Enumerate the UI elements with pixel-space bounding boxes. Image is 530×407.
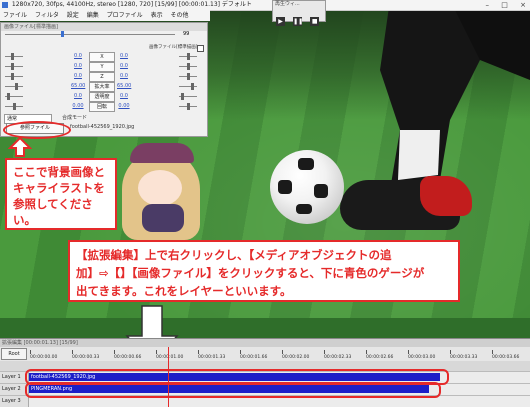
menu-file[interactable]: ファイル: [3, 12, 27, 19]
root-button[interactable]: Root: [1, 348, 27, 360]
ruler-tick: 00:00:02.66: [366, 350, 393, 360]
left-value[interactable]: 0.0: [71, 72, 85, 80]
menu-bar: ファイル フィルタ 設定 編集 プロファイル 表示 その他: [0, 10, 210, 21]
ruler-tick: 00:00:02.33: [324, 350, 351, 360]
param-row-opacity: 0.0 透明度 0.0: [1, 92, 207, 102]
instruction-callout-reference: ここで背景画像と キャライラストを 参照してください。: [5, 158, 117, 230]
param-row-scale: 65.00 拡大率 65.00: [1, 82, 207, 92]
callout-line: 出てきます。これをレイヤーといいます。: [76, 284, 292, 298]
timeline-ruler[interactable]: Root 00:00:00.00 00:00:00.33 00:00:00.66…: [0, 347, 530, 361]
window-controls: – □ ×: [476, 0, 526, 10]
param-button-z[interactable]: Z: [89, 72, 115, 82]
left-value[interactable]: 0.0: [71, 52, 85, 60]
param-button-opacity[interactable]: 透明度: [89, 92, 115, 102]
menu-other[interactable]: その他: [171, 12, 189, 19]
playback-window: 再生ウィ... ▶ ❚❚ ■: [272, 0, 326, 26]
menu-settings[interactable]: 設定: [67, 12, 79, 19]
right-slider[interactable]: [179, 86, 197, 87]
left-value[interactable]: 0.00: [71, 102, 85, 110]
right-value[interactable]: 0.0: [117, 62, 131, 70]
extended-edit-timeline: 拡張編集 [00:00:01.13] [15/99] Root 00:00:00…: [0, 338, 530, 407]
param-button-y[interactable]: Y: [89, 62, 115, 72]
pause-button[interactable]: ❚❚: [293, 17, 303, 26]
right-value[interactable]: 65.00: [117, 82, 131, 90]
left-slider[interactable]: [5, 56, 23, 57]
play-button[interactable]: ▶: [276, 17, 285, 26]
menu-view[interactable]: 表示: [151, 12, 163, 19]
highlight-layer-2: [25, 382, 441, 398]
maximize-button[interactable]: □: [501, 1, 508, 9]
ruler-tick: 00:00:01.66: [240, 350, 267, 360]
left-value[interactable]: 0.0: [71, 62, 85, 70]
frame-track: 99: [1, 31, 207, 37]
ruler-tick: 00:00:00.00: [30, 350, 57, 360]
right-value[interactable]: 0.0: [117, 52, 131, 60]
left-value[interactable]: 65.00: [71, 82, 85, 90]
left-slider[interactable]: [5, 66, 23, 67]
param-row-y: 0.0 Y 0.0: [1, 62, 207, 72]
param-button-scale[interactable]: 拡大率: [89, 82, 115, 92]
timeline-title: 拡張編集 [00:00:01.13] [15/99]: [0, 339, 530, 347]
ruler-tick: 00:00:03.33: [450, 350, 477, 360]
blend-mode-label: 合成モード: [62, 115, 88, 121]
character-face: [138, 170, 182, 206]
ruler-tick: 00:00:01.00: [156, 350, 183, 360]
right-value[interactable]: 0.0: [117, 92, 131, 100]
left-slider[interactable]: [5, 86, 23, 87]
param-row-x: 0.0 X 0.0: [1, 52, 207, 62]
layer-label[interactable]: Layer 3: [0, 396, 29, 407]
frame-end-value: 99: [183, 31, 190, 37]
stop-button[interactable]: ■: [310, 17, 320, 26]
ruler-tick: 00:00:03.66: [492, 350, 519, 360]
instruction-callout-layer: 【拡張編集】上で右クリックし、【メディアオブジェクトの追 加】⇨【】【画像ファイ…: [68, 240, 460, 302]
param-button-rotation[interactable]: 回転: [89, 102, 115, 112]
left-slider[interactable]: [5, 76, 23, 77]
callout-line: 参照してください。: [13, 197, 93, 227]
soccer-ball: [270, 150, 344, 224]
callout-line: 【拡張編集】上で右クリックし、【メディアオブジェクトの追: [76, 248, 392, 262]
frame-slider[interactable]: [5, 34, 175, 35]
ruler-tick: 00:00:03.00: [408, 350, 435, 360]
frame-slider-knob[interactable]: [61, 31, 64, 37]
subobject-label: 画像ファイル[標準描画]: [149, 45, 198, 50]
dialog-title: 画像ファイル[標準描画]: [1, 23, 207, 31]
ruler-tick: 00:00:00.66: [114, 350, 141, 360]
character-hat: [130, 143, 194, 163]
menu-profile[interactable]: プロファイル: [107, 12, 143, 19]
character-body: [142, 204, 184, 232]
playhead-line[interactable]: [168, 347, 169, 407]
param-button-x[interactable]: X: [89, 52, 115, 62]
param-row-rotation: 0.00 回転 0.00: [1, 102, 207, 112]
left-value[interactable]: 0.0: [71, 92, 85, 100]
menu-edit[interactable]: 編集: [87, 12, 99, 19]
param-row-z: 0.0 Z 0.0: [1, 72, 207, 82]
playback-title: 再生ウィ...: [275, 1, 300, 7]
callout-line: ここで背景画像と: [13, 165, 105, 179]
file-name-label: football-452569_1920.jpg: [70, 124, 135, 130]
ruler-tick: 00:00:01.33: [198, 350, 225, 360]
ruler-tick: 00:00:00.33: [72, 350, 99, 360]
up-arrow-icon: [8, 137, 32, 157]
close-button[interactable]: ×: [520, 1, 526, 9]
minimize-button[interactable]: –: [486, 1, 490, 9]
ruler-tick: 00:00:02.00: [282, 350, 309, 360]
window-title: 1280x720, 30fps, 44100Hz, stereo [1280, …: [11, 1, 252, 8]
callout-line: 加】⇨【】【画像ファイル】をクリックすると、下に青色のゲージが: [76, 266, 425, 280]
subobject-checkbox[interactable]: [197, 45, 204, 52]
right-value[interactable]: 0.0: [117, 72, 131, 80]
right-value[interactable]: 0.00: [117, 102, 131, 110]
menu-filter[interactable]: フィルタ: [35, 12, 59, 19]
callout-line: キャライラストを: [13, 181, 105, 195]
app-icon: [2, 2, 8, 8]
